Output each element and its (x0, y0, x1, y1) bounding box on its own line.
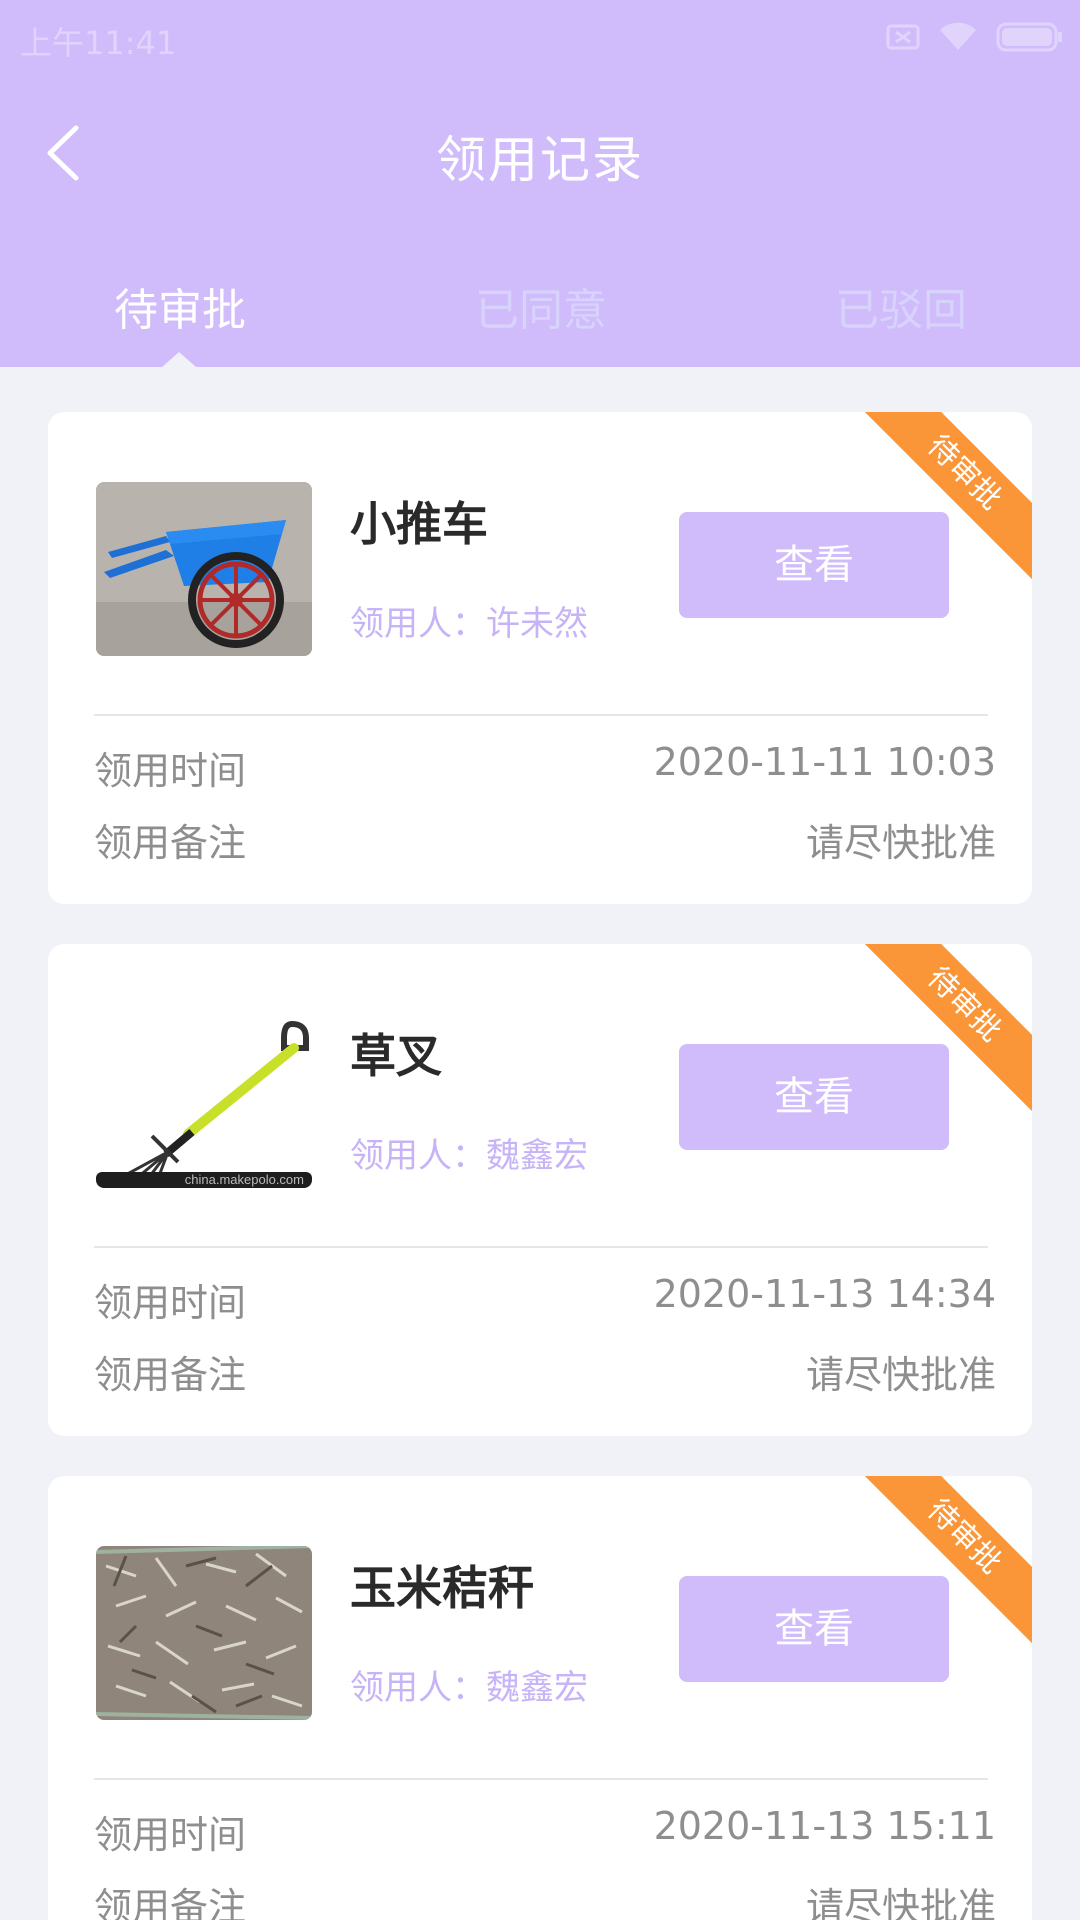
remark-label: 领用备注 (94, 1885, 247, 1920)
record-card: 待审批 小推车 领用人：许未然 查看 领用时间 2020-11-11 10:03… (48, 412, 1032, 904)
tab-approved[interactable]: 已同意 (451, 274, 631, 338)
page-title: 领用记录 (436, 131, 644, 189)
remark-label: 领用备注 (94, 1353, 247, 1397)
remark-label: 领用备注 (94, 821, 247, 865)
remark-value: 请尽快批准 (805, 821, 996, 865)
status-bar: 上午11:41 (0, 0, 1080, 74)
item-name: 草叉 (350, 1029, 442, 1083)
time-label: 领用时间 (94, 749, 247, 793)
divider (94, 1778, 988, 1780)
status-time: 上午11:41 (20, 24, 177, 62)
time-value: 2020-11-13 14:34 (653, 1272, 996, 1316)
item-name: 小推车 (350, 497, 488, 551)
item-image-pitchfork: china.makepolo.com (96, 1014, 312, 1188)
item-user: 领用人：许未然 (350, 604, 588, 644)
view-button[interactable]: 查看 (679, 1576, 949, 1682)
tab-bar: 待审批 已同意 已驳回 (0, 262, 1080, 362)
time-value: 2020-11-11 10:03 (653, 740, 996, 784)
record-card: 待审批 china.makepolo.com 草叉 领用人：魏鑫宏 查看 领用时… (48, 944, 1032, 1436)
item-user: 领用人：魏鑫宏 (350, 1136, 588, 1176)
sim-icon (886, 24, 920, 50)
tab-pending[interactable]: 待审批 (90, 274, 270, 338)
time-label: 领用时间 (94, 1813, 247, 1857)
divider (94, 1246, 988, 1248)
battery-icon (996, 22, 1062, 52)
item-name: 玉米秸秆 (350, 1561, 534, 1615)
app-header: 上午11:41 领用记录 待审批 已同意 已驳回 (0, 0, 1080, 367)
time-label: 领用时间 (94, 1281, 247, 1325)
remark-value: 请尽快批准 (805, 1885, 996, 1920)
record-card: 待审批 玉米秸秆 领用人：魏鑫宏 查看 领用时间 2020-11-13 15:1… (48, 1476, 1032, 1920)
image-watermark: china.makepolo.com (185, 1172, 304, 1187)
tab-rejected[interactable]: 已驳回 (811, 274, 991, 338)
view-button[interactable]: 查看 (679, 512, 949, 618)
wifi-icon (940, 22, 976, 50)
view-button[interactable]: 查看 (679, 1044, 949, 1150)
item-image-corn-stalk (96, 1546, 312, 1720)
status-icons (886, 22, 1062, 52)
remark-value: 请尽快批准 (805, 1353, 996, 1397)
divider (94, 714, 988, 716)
tab-active-indicator (162, 352, 196, 367)
time-value: 2020-11-13 15:11 (653, 1804, 996, 1848)
item-user: 领用人：魏鑫宏 (350, 1668, 588, 1708)
item-image-wheelbarrow (96, 482, 312, 656)
